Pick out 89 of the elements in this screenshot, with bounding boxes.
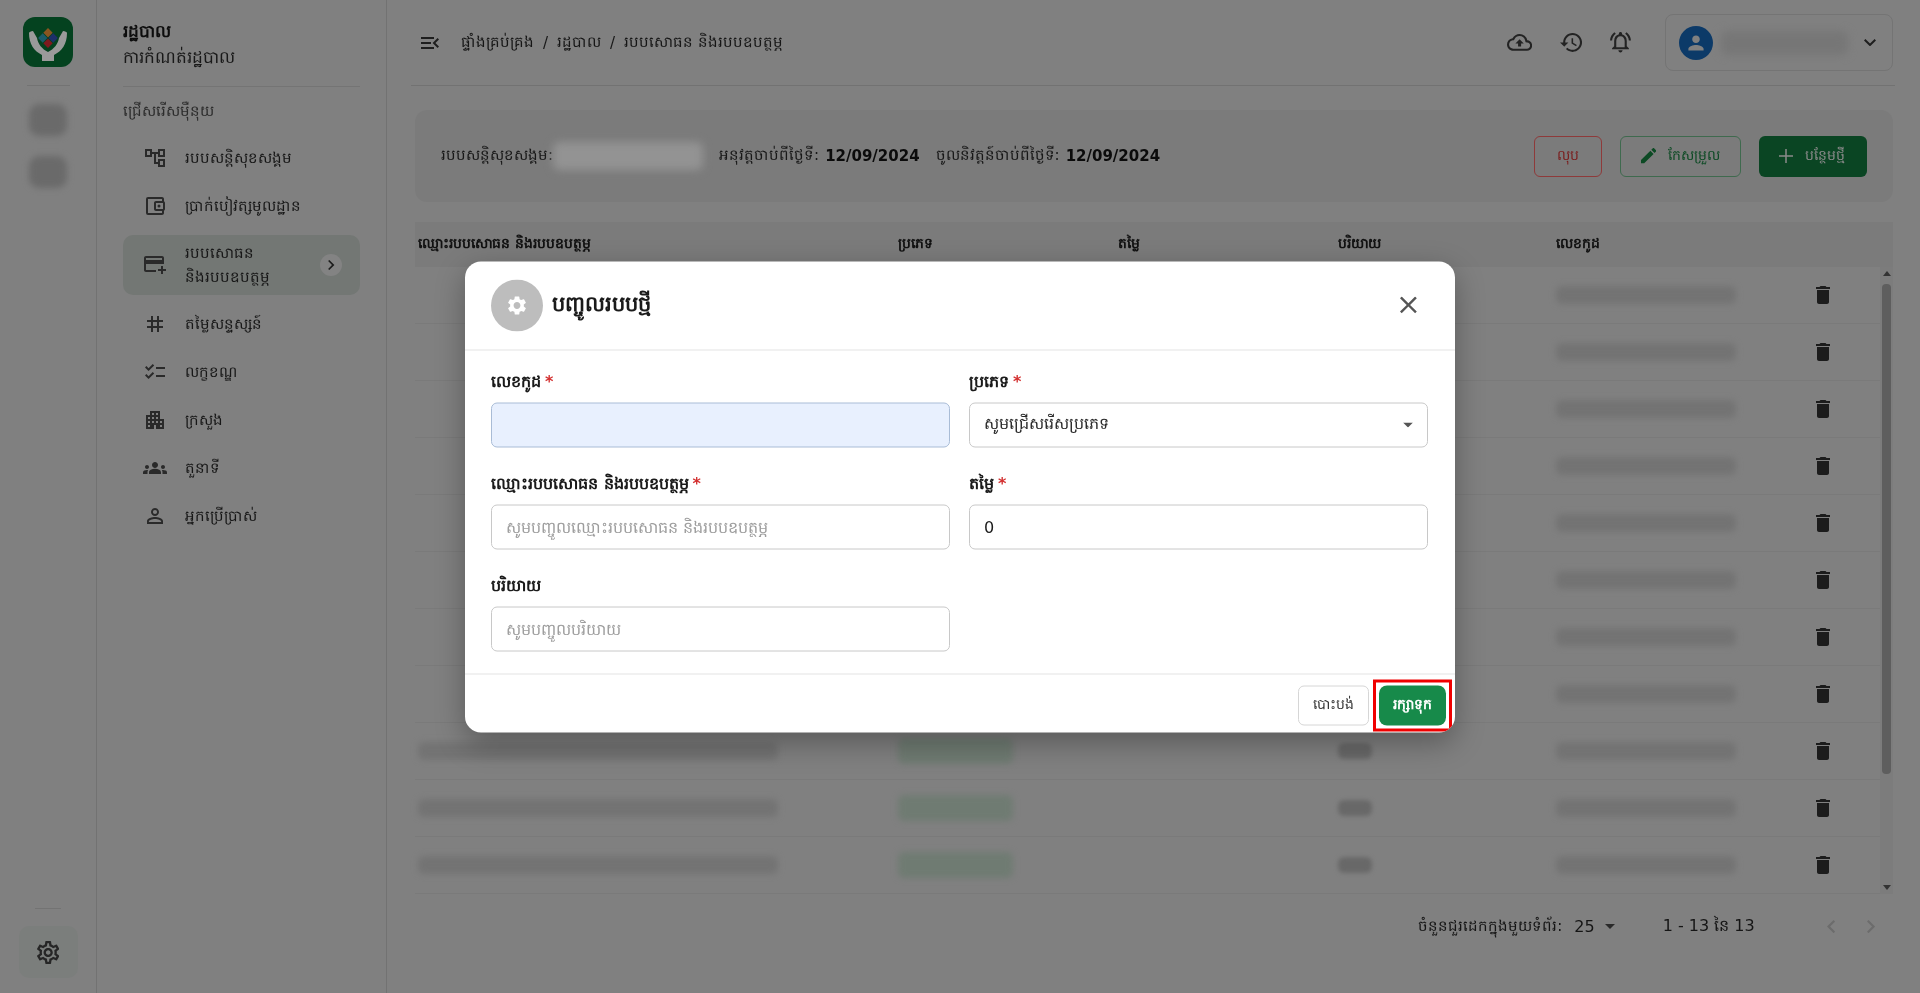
trash-icon[interactable] — [1816, 343, 1830, 361]
section-label: ជ្រើសរើសម៉ឺនុយ — [123, 100, 215, 123]
pencil-icon — [1640, 148, 1656, 164]
sidebar-item[interactable]: ប្រាក់បៀវត្សមូលដ្ឋាន — [123, 182, 360, 230]
plus-icon — [1779, 149, 1793, 163]
trash-icon[interactable] — [1816, 400, 1830, 418]
column-header: បរិយាយ — [1337, 234, 1382, 253]
card-plus-icon — [144, 256, 166, 274]
field-label: បរិយាយ — [491, 574, 541, 596]
breadcrumb-item[interactable]: ផ្ទាំងគ្រប់គ្រង — [461, 31, 534, 54]
menu-collapse-icon[interactable] — [421, 36, 439, 49]
user-menu[interactable] — [1665, 14, 1893, 71]
building-icon — [146, 411, 164, 429]
history-icon[interactable] — [1560, 33, 1583, 52]
caret-icon — [1604, 924, 1615, 929]
text-field[interactable]: 0 — [969, 504, 1428, 549]
save-button[interactable]: រក្សាទុក — [1379, 685, 1446, 725]
sidebar-item[interactable]: របបសោធន និងរបបឧបត្ថម្ភ — [123, 235, 360, 295]
chevron-right-icon — [320, 254, 342, 276]
required-mark: * — [545, 370, 554, 392]
caret-icon — [1403, 422, 1413, 427]
field-label: ឈ្មោះរបបសោធន និងរបបឧបត្ថម្ភ — [491, 472, 689, 494]
bell-icon[interactable] — [1610, 32, 1631, 53]
type-select[interactable]: សូមជ្រើសរើសប្រភេទ — [969, 402, 1428, 447]
breadcrumb-item: របបសោធន និងរបបឧបត្ថម្ភ — [624, 31, 783, 53]
trash-icon[interactable] — [1816, 286, 1830, 304]
wallet-icon — [145, 197, 165, 215]
trash-icon[interactable] — [1816, 457, 1830, 475]
trash-icon[interactable] — [1816, 856, 1830, 874]
breadcrumb-item[interactable]: រដ្ឋបាល — [557, 31, 602, 54]
trash-icon[interactable] — [1816, 742, 1830, 760]
settings-icon — [36, 940, 60, 964]
chevron-down-icon — [1864, 38, 1876, 47]
people-icon — [143, 462, 167, 474]
cancel-button[interactable]: បោះបង់ — [1298, 685, 1369, 725]
column-header: ឈ្មោះរបបសោធន និងរបបឧបត្ថម្ភ — [417, 234, 592, 254]
field-label: ប្រភេទ — [969, 370, 1009, 392]
hands-logo-icon[interactable] — [23, 17, 73, 67]
breadcrumb-separator: / — [543, 33, 549, 52]
redacted-text — [1338, 857, 1372, 873]
scrollbar[interactable] — [1880, 267, 1893, 894]
avatar-icon — [1679, 25, 1713, 60]
trash-icon[interactable] — [1816, 628, 1830, 646]
hierarchy-icon — [145, 149, 165, 167]
required-mark: * — [692, 472, 701, 494]
gear-icon — [491, 279, 543, 331]
rows-per-page-label: ចំនួនជួរដេកក្នុងមួយទំព័រ: — [1418, 915, 1563, 938]
trash-icon[interactable] — [1816, 685, 1830, 703]
breadcrumb-separator: / — [610, 33, 616, 52]
column-header: តម្លៃ — [1117, 234, 1141, 254]
info-label: អនុវត្តចាប់ពីថ្ងៃទី: — [719, 145, 820, 167]
info-label: របបសន្តិសុខសង្គម: — [441, 145, 554, 167]
sidebar-title: រដ្ឋបាល — [123, 20, 172, 44]
close-icon[interactable] — [1400, 296, 1417, 314]
delete-button[interactable]: លុប — [1533, 135, 1602, 177]
field-label: តម្លៃ — [969, 472, 994, 494]
info-value: 12/09/2024 — [1065, 147, 1161, 165]
field-label: លេខកូដ — [491, 370, 541, 392]
sidebar-subtitle: ការកំណត់រដ្ឋបាល — [123, 45, 236, 70]
page-range: 1 - 13 នៃ 13 — [1662, 914, 1755, 937]
info-label: ចូលនិវត្តន៍ចាប់ពីថ្ងៃទី: — [935, 145, 1060, 167]
column-header: លេខកូដ — [1555, 234, 1601, 255]
text-field[interactable]: សូមបញ្ចូលឈ្មោះរបបសោធន និងរបបឧបត្ថម្ភ — [491, 504, 950, 549]
trash-icon[interactable] — [1816, 571, 1830, 589]
redacted-text — [1338, 800, 1372, 816]
person-icon — [147, 508, 163, 524]
info-value: 12/09/2024 — [825, 147, 920, 165]
sidebar-item[interactable]: លក្ខខណ្ឌ — [123, 348, 360, 396]
sidebar-item[interactable]: របបសន្តិសុខសង្គម — [123, 134, 360, 182]
trash-icon[interactable] — [1816, 799, 1830, 817]
checklist-icon — [145, 364, 165, 380]
dialog-title: បញ្ចូលរបបថ្មី — [552, 289, 1392, 321]
required-mark: * — [998, 472, 1007, 494]
sidebar-item[interactable]: តួនាទី — [123, 444, 360, 492]
text-field[interactable]: សូមបញ្ចូលបរិយាយ — [491, 606, 950, 651]
sidebar-item[interactable]: តម្លៃសន្ទស្សន៍ — [123, 300, 360, 348]
column-header: ប្រភេទ — [897, 234, 934, 254]
required-mark: * — [1013, 370, 1022, 392]
sidebar-item[interactable]: អ្នកប្រើប្រាស់ — [123, 492, 360, 540]
add-button[interactable]: បន្ថែមថ្មី — [1759, 135, 1867, 177]
trash-icon[interactable] — [1816, 514, 1830, 532]
rows-per-page-select[interactable]: 25 — [1574, 917, 1615, 936]
cloud-upload-icon[interactable] — [1506, 34, 1532, 51]
text-field[interactable] — [491, 402, 950, 447]
edit-button[interactable]: កែសម្រួល — [1619, 135, 1741, 177]
hash-icon — [147, 316, 163, 332]
sidebar-item[interactable]: ក្រសួង — [123, 396, 360, 444]
settings-button[interactable] — [18, 926, 78, 978]
redacted-text — [1338, 743, 1372, 759]
